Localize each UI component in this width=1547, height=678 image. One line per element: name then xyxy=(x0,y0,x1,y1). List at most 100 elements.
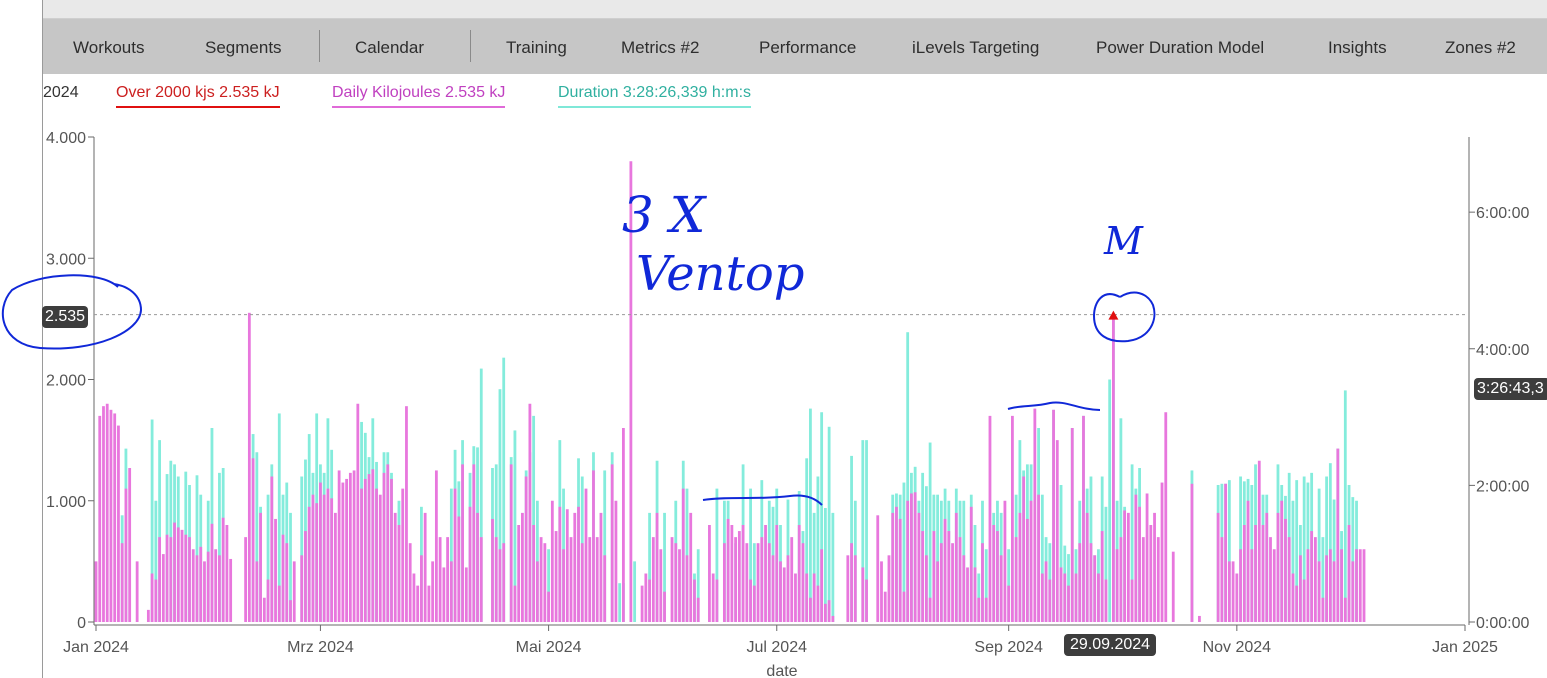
kilojoule-bar xyxy=(1055,440,1059,622)
kilojoule-bar xyxy=(498,549,502,622)
x-tick-label: Jan 2024 xyxy=(63,639,129,656)
kilojoule-bar xyxy=(262,597,266,622)
kilojoule-bar xyxy=(442,567,446,622)
kilojoule-bar xyxy=(513,585,517,622)
kilojoule-bar xyxy=(165,534,169,622)
kilojoule-bar xyxy=(1145,493,1149,622)
kilojoule-bar xyxy=(1130,579,1134,622)
kilojoule-bar xyxy=(1321,597,1325,622)
kilojoule-bar xyxy=(416,585,420,622)
kilojoule-bar xyxy=(304,531,307,622)
kilojoule-bar xyxy=(386,464,390,622)
duration-bar xyxy=(633,561,637,622)
kilojoule-bar xyxy=(816,585,820,622)
kilojoule-bar xyxy=(255,561,259,622)
kilojoule-bar xyxy=(932,531,936,622)
kilojoule-bar xyxy=(1235,573,1239,622)
kilojoule-bar xyxy=(1164,412,1168,622)
handwritten-annotations: 3 XVentop M xyxy=(1,186,1156,506)
kilojoule-bar xyxy=(790,537,794,622)
kilojoule-bar xyxy=(599,512,603,622)
kilojoule-bar xyxy=(966,567,969,622)
kilojoule-bar xyxy=(1284,518,1287,622)
kilojoule-bar xyxy=(550,500,554,622)
kilojoule-bar xyxy=(752,585,756,622)
date-value-marker: 29.09.2024 xyxy=(1064,634,1157,656)
kilojoule-bar xyxy=(225,525,229,622)
kilojoule-bar xyxy=(827,600,831,622)
duration-bar xyxy=(831,512,835,622)
kilojoule-bar xyxy=(1216,512,1220,622)
kilojoule-bar xyxy=(173,522,176,622)
kilojoule-bar xyxy=(1227,561,1231,622)
kilojoule-bar xyxy=(423,512,427,622)
kilojoule-bar xyxy=(924,555,928,622)
chart-overlay xyxy=(94,310,1465,320)
kilojoule-bar xyxy=(1070,428,1074,622)
handdrawn-line-september xyxy=(1007,401,1101,411)
kilojoule-bar xyxy=(1198,615,1201,622)
kilojoule-bar xyxy=(775,525,779,622)
kilojoule-bar xyxy=(285,543,289,622)
kilojoule-bar xyxy=(786,555,790,622)
y-tick-label: 3.000 xyxy=(46,251,86,268)
kilojoule-bar xyxy=(1171,551,1175,622)
kilojoule-bar xyxy=(988,415,992,622)
kilojoule-bar xyxy=(1078,543,1082,622)
kilojoule-bar xyxy=(887,555,891,622)
kilojoule-bar xyxy=(461,464,464,622)
y-tick-label: 0 xyxy=(77,615,86,632)
kilojoule-bar xyxy=(1104,579,1108,622)
handdrawn-circle-right xyxy=(1092,291,1156,343)
kilojoule-bar xyxy=(158,537,161,622)
annotation-note-2: Ventop xyxy=(636,246,805,302)
duration-bar xyxy=(618,583,622,622)
y-tick-label: 2.000 xyxy=(46,373,86,390)
kilojoule-bar xyxy=(715,579,719,622)
kilojoule-bar xyxy=(1111,314,1115,622)
kilojoule-bar xyxy=(352,470,356,622)
kilojoule-bar xyxy=(176,527,180,622)
kilojoule-bar xyxy=(756,543,760,622)
kilojoule-bar xyxy=(326,488,330,622)
kilojoule-bar xyxy=(535,561,539,622)
kilojoule-bar xyxy=(1347,525,1351,622)
kilojoule-bar xyxy=(289,600,292,622)
kilojoule-bar xyxy=(1325,555,1329,622)
kilojoule-bar xyxy=(913,492,917,622)
y-right-tick-label: 4:00:00 xyxy=(1476,342,1529,359)
kilojoule-bar xyxy=(569,537,573,622)
kilojoule-bar xyxy=(348,472,352,622)
kilojoule-bar xyxy=(1074,573,1078,622)
kilojoule-bar xyxy=(382,472,386,622)
kilojoule-bar xyxy=(547,591,550,622)
kilojoule-bar xyxy=(1003,500,1007,622)
kilojoule-bar xyxy=(1295,585,1299,622)
kilojoule-bar xyxy=(543,543,547,622)
kilojoule-bar xyxy=(861,567,865,622)
kilojoule-bar xyxy=(722,543,726,622)
kilojoule-bar xyxy=(962,555,966,622)
kilojoule-bar xyxy=(1239,549,1242,622)
kilojoule-bar xyxy=(1276,512,1280,622)
kilojoule-bar xyxy=(565,509,569,622)
kilojoule-bar xyxy=(764,525,767,622)
kilojoule-bar xyxy=(954,512,958,622)
kilojoule-bar xyxy=(603,555,607,622)
kilojoule-bar xyxy=(1123,510,1127,622)
kilojoule-bar xyxy=(846,555,850,622)
kilojoule-bar xyxy=(693,579,696,622)
kilojoule-bar xyxy=(595,537,599,622)
kilojoule-bar xyxy=(472,464,476,622)
kilojoule-bar xyxy=(453,488,457,622)
kilojoule-bar xyxy=(1100,531,1104,622)
kilojoule-bar xyxy=(947,531,951,622)
kilojoule-bar xyxy=(812,573,816,622)
kilojoule-bar xyxy=(1134,494,1138,622)
kilojoule-bar xyxy=(558,506,562,622)
kilojoule-bar xyxy=(730,525,734,622)
kilojoule-bar xyxy=(401,488,405,622)
kilojoule-bar xyxy=(521,512,524,622)
kilojoule-bar xyxy=(554,531,558,622)
kilojoule-bar xyxy=(895,506,898,622)
